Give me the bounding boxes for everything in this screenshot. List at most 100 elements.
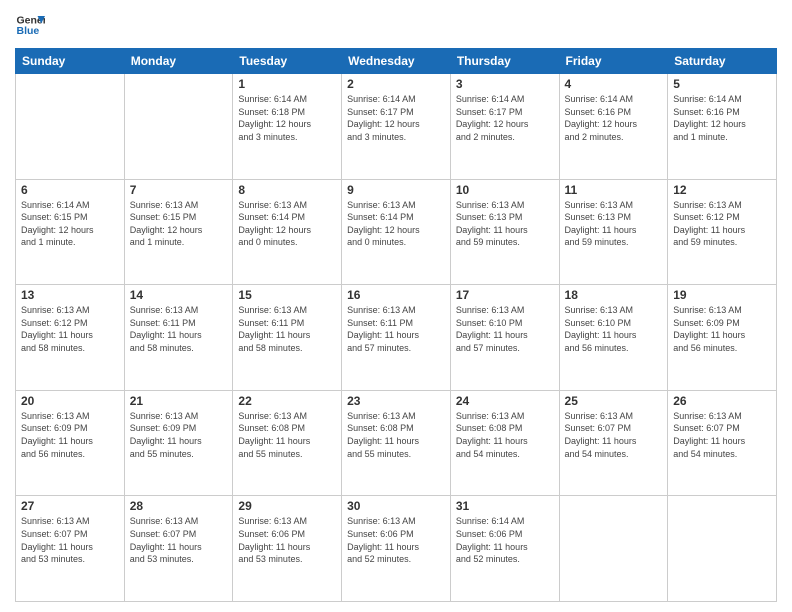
day-number: 26 xyxy=(673,394,771,408)
day-info: Sunrise: 6:13 AM Sunset: 6:09 PM Dayligh… xyxy=(21,410,119,460)
day-number: 4 xyxy=(565,77,663,91)
day-number: 10 xyxy=(456,183,554,197)
day-info: Sunrise: 6:14 AM Sunset: 6:17 PM Dayligh… xyxy=(347,93,445,143)
day-number: 1 xyxy=(238,77,336,91)
calendar-week-row: 1 Sunrise: 6:14 AM Sunset: 6:18 PM Daylig… xyxy=(16,74,777,180)
day-info: Sunrise: 6:14 AM Sunset: 6:16 PM Dayligh… xyxy=(565,93,663,143)
day-info: Sunrise: 6:13 AM Sunset: 6:07 PM Dayligh… xyxy=(565,410,663,460)
page: General Blue SundayMondayTuesdayWednesda… xyxy=(0,0,792,612)
day-number: 7 xyxy=(130,183,228,197)
day-info: Sunrise: 6:13 AM Sunset: 6:07 PM Dayligh… xyxy=(21,515,119,565)
day-info: Sunrise: 6:13 AM Sunset: 6:08 PM Dayligh… xyxy=(347,410,445,460)
calendar-cell: 17 Sunrise: 6:13 AM Sunset: 6:10 PM Dayli… xyxy=(450,285,559,391)
calendar-cell: 7 Sunrise: 6:13 AM Sunset: 6:15 PM Daylig… xyxy=(124,179,233,285)
day-number: 28 xyxy=(130,499,228,513)
calendar-cell: 1 Sunrise: 6:14 AM Sunset: 6:18 PM Daylig… xyxy=(233,74,342,180)
day-number: 18 xyxy=(565,288,663,302)
weekday-header-monday: Monday xyxy=(124,49,233,74)
day-number: 2 xyxy=(347,77,445,91)
calendar-week-row: 13 Sunrise: 6:13 AM Sunset: 6:12 PM Dayli… xyxy=(16,285,777,391)
logo-icon: General Blue xyxy=(15,10,45,40)
svg-text:Blue: Blue xyxy=(17,25,40,37)
calendar-cell: 4 Sunrise: 6:14 AM Sunset: 6:16 PM Daylig… xyxy=(559,74,668,180)
day-info: Sunrise: 6:14 AM Sunset: 6:16 PM Dayligh… xyxy=(673,93,771,143)
day-info: Sunrise: 6:13 AM Sunset: 6:09 PM Dayligh… xyxy=(130,410,228,460)
day-number: 22 xyxy=(238,394,336,408)
calendar-cell: 11 Sunrise: 6:13 AM Sunset: 6:13 PM Dayli… xyxy=(559,179,668,285)
calendar-cell: 14 Sunrise: 6:13 AM Sunset: 6:11 PM Dayli… xyxy=(124,285,233,391)
day-info: Sunrise: 6:14 AM Sunset: 6:18 PM Dayligh… xyxy=(238,93,336,143)
weekday-header-row: SundayMondayTuesdayWednesdayThursdayFrid… xyxy=(16,49,777,74)
day-info: Sunrise: 6:13 AM Sunset: 6:13 PM Dayligh… xyxy=(565,199,663,249)
calendar-cell: 13 Sunrise: 6:13 AM Sunset: 6:12 PM Dayli… xyxy=(16,285,125,391)
day-info: Sunrise: 6:13 AM Sunset: 6:11 PM Dayligh… xyxy=(347,304,445,354)
calendar-cell xyxy=(559,496,668,602)
day-number: 17 xyxy=(456,288,554,302)
day-number: 19 xyxy=(673,288,771,302)
calendar-cell: 20 Sunrise: 6:13 AM Sunset: 6:09 PM Dayli… xyxy=(16,390,125,496)
day-number: 6 xyxy=(21,183,119,197)
day-number: 8 xyxy=(238,183,336,197)
day-number: 13 xyxy=(21,288,119,302)
day-number: 30 xyxy=(347,499,445,513)
day-info: Sunrise: 6:13 AM Sunset: 6:14 PM Dayligh… xyxy=(347,199,445,249)
day-info: Sunrise: 6:13 AM Sunset: 6:11 PM Dayligh… xyxy=(238,304,336,354)
day-number: 9 xyxy=(347,183,445,197)
calendar-cell: 16Sunrise: 6:13 AM Sunset: 6:11 PM Dayli… xyxy=(342,285,451,391)
weekday-header-friday: Friday xyxy=(559,49,668,74)
day-info: Sunrise: 6:14 AM Sunset: 6:06 PM Dayligh… xyxy=(456,515,554,565)
calendar-cell: 12 Sunrise: 6:13 AM Sunset: 6:12 PM Dayli… xyxy=(668,179,777,285)
day-number: 21 xyxy=(130,394,228,408)
calendar-cell: 9 Sunrise: 6:13 AM Sunset: 6:14 PM Daylig… xyxy=(342,179,451,285)
calendar-cell: 29 Sunrise: 6:13 AM Sunset: 6:06 PM Dayli… xyxy=(233,496,342,602)
logo: General Blue xyxy=(15,10,45,40)
calendar-cell: 30 Sunrise: 6:13 AM Sunset: 6:06 PM Dayli… xyxy=(342,496,451,602)
day-number: 25 xyxy=(565,394,663,408)
day-number: 29 xyxy=(238,499,336,513)
calendar-cell: 28 Sunrise: 6:13 AM Sunset: 6:07 PM Dayli… xyxy=(124,496,233,602)
day-number: 20 xyxy=(21,394,119,408)
day-number: 5 xyxy=(673,77,771,91)
day-number: 11 xyxy=(565,183,663,197)
calendar-week-row: 27Sunrise: 6:13 AM Sunset: 6:07 PM Dayli… xyxy=(16,496,777,602)
calendar-cell: 19 Sunrise: 6:13 AM Sunset: 6:09 PM Dayli… xyxy=(668,285,777,391)
weekday-header-tuesday: Tuesday xyxy=(233,49,342,74)
day-number: 12 xyxy=(673,183,771,197)
day-number: 23 xyxy=(347,394,445,408)
day-info: Sunrise: 6:13 AM Sunset: 6:06 PM Dayligh… xyxy=(347,515,445,565)
day-info: Sunrise: 6:13 AM Sunset: 6:07 PM Dayligh… xyxy=(130,515,228,565)
weekday-header-sunday: Sunday xyxy=(16,49,125,74)
day-info: Sunrise: 6:13 AM Sunset: 6:13 PM Dayligh… xyxy=(456,199,554,249)
calendar-week-row: 20 Sunrise: 6:13 AM Sunset: 6:09 PM Dayli… xyxy=(16,390,777,496)
calendar-cell: 18 Sunrise: 6:13 AM Sunset: 6:10 PM Dayli… xyxy=(559,285,668,391)
calendar-cell: 8 Sunrise: 6:13 AM Sunset: 6:14 PM Daylig… xyxy=(233,179,342,285)
day-info: Sunrise: 6:13 AM Sunset: 6:06 PM Dayligh… xyxy=(238,515,336,565)
calendar-cell: 26Sunrise: 6:13 AM Sunset: 6:07 PM Dayli… xyxy=(668,390,777,496)
calendar-cell: 21 Sunrise: 6:13 AM Sunset: 6:09 PM Dayli… xyxy=(124,390,233,496)
day-info: Sunrise: 6:13 AM Sunset: 6:14 PM Dayligh… xyxy=(238,199,336,249)
weekday-header-wednesday: Wednesday xyxy=(342,49,451,74)
calendar-cell: 22Sunrise: 6:13 AM Sunset: 6:08 PM Dayli… xyxy=(233,390,342,496)
calendar-cell: 27Sunrise: 6:13 AM Sunset: 6:07 PM Dayli… xyxy=(16,496,125,602)
day-info: Sunrise: 6:13 AM Sunset: 6:09 PM Dayligh… xyxy=(673,304,771,354)
calendar-cell xyxy=(124,74,233,180)
day-number: 3 xyxy=(456,77,554,91)
day-info: Sunrise: 6:13 AM Sunset: 6:11 PM Dayligh… xyxy=(130,304,228,354)
day-number: 24 xyxy=(456,394,554,408)
weekday-header-saturday: Saturday xyxy=(668,49,777,74)
calendar-table: SundayMondayTuesdayWednesdayThursdayFrid… xyxy=(15,48,777,602)
calendar-cell: 6Sunrise: 6:14 AM Sunset: 6:15 PM Daylig… xyxy=(16,179,125,285)
day-info: Sunrise: 6:13 AM Sunset: 6:10 PM Dayligh… xyxy=(565,304,663,354)
day-info: Sunrise: 6:13 AM Sunset: 6:10 PM Dayligh… xyxy=(456,304,554,354)
day-info: Sunrise: 6:13 AM Sunset: 6:12 PM Dayligh… xyxy=(21,304,119,354)
day-number: 31 xyxy=(456,499,554,513)
calendar-cell: 24Sunrise: 6:13 AM Sunset: 6:08 PM Dayli… xyxy=(450,390,559,496)
header: General Blue xyxy=(15,10,777,40)
day-info: Sunrise: 6:13 AM Sunset: 6:15 PM Dayligh… xyxy=(130,199,228,249)
calendar-cell: 10 Sunrise: 6:13 AM Sunset: 6:13 PM Dayli… xyxy=(450,179,559,285)
calendar-cell: 23 Sunrise: 6:13 AM Sunset: 6:08 PM Dayli… xyxy=(342,390,451,496)
day-number: 14 xyxy=(130,288,228,302)
day-number: 15 xyxy=(238,288,336,302)
calendar-week-row: 6Sunrise: 6:14 AM Sunset: 6:15 PM Daylig… xyxy=(16,179,777,285)
day-info: Sunrise: 6:13 AM Sunset: 6:12 PM Dayligh… xyxy=(673,199,771,249)
